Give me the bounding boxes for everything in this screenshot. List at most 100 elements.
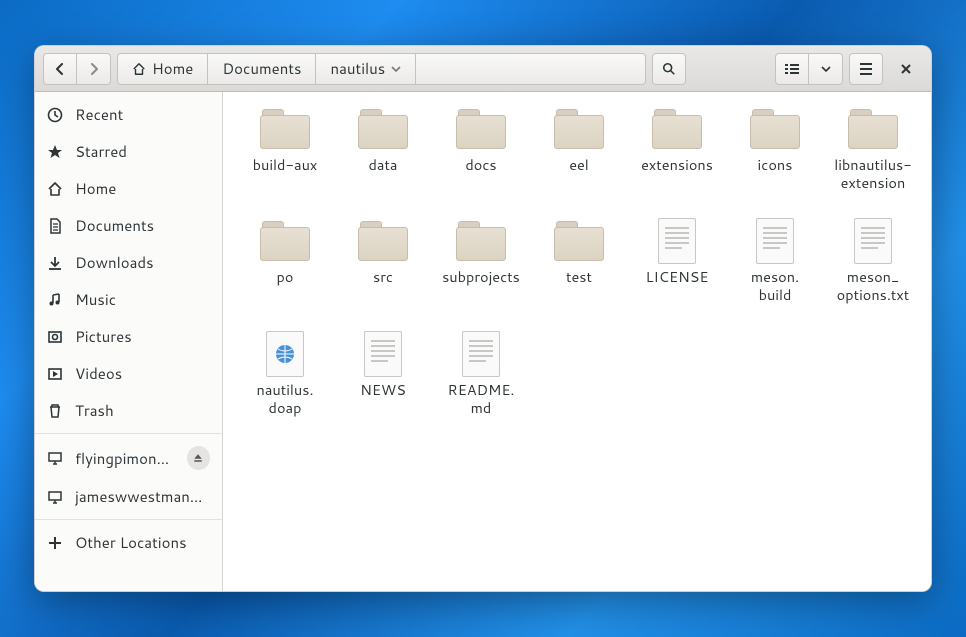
folder-icon bbox=[260, 109, 310, 149]
file-item[interactable]: po bbox=[237, 214, 333, 308]
download-icon bbox=[47, 255, 63, 271]
folder-icon bbox=[456, 109, 506, 149]
home-icon bbox=[132, 62, 146, 76]
nav-buttons bbox=[43, 53, 111, 85]
path-bar: Home Documents nautilus bbox=[117, 53, 646, 85]
sidebar-item-documents[interactable]: Documents bbox=[35, 207, 222, 244]
file-item[interactable]: libnautilus-extension bbox=[825, 102, 921, 196]
file-item[interactable]: icons bbox=[727, 102, 823, 196]
sidebar-item-label: Trash bbox=[75, 400, 114, 421]
file-name: eel bbox=[569, 156, 589, 174]
sidebar-item-label: Documents bbox=[75, 215, 154, 236]
sidebar-item-label: Home bbox=[75, 178, 116, 199]
view-controls bbox=[775, 53, 843, 85]
sidebar-item-label: Starred bbox=[75, 141, 127, 162]
file-name: test bbox=[566, 268, 592, 286]
file-item[interactable]: docs bbox=[433, 102, 529, 196]
doc-icon bbox=[47, 218, 63, 234]
folder-icon bbox=[260, 221, 310, 261]
folder-icon bbox=[554, 109, 604, 149]
folder-icon bbox=[358, 221, 408, 261]
file-name: po bbox=[277, 268, 294, 286]
file-item[interactable]: NEWS bbox=[335, 327, 431, 421]
remote-icon bbox=[47, 450, 63, 466]
file-name: nautilus.doap bbox=[257, 381, 314, 417]
search-icon bbox=[662, 62, 676, 76]
file-item[interactable]: extensions bbox=[629, 102, 725, 196]
path-segment-label: Documents bbox=[222, 58, 301, 79]
videos-icon bbox=[47, 366, 63, 382]
chevron-left-icon bbox=[54, 63, 66, 75]
close-window-button[interactable] bbox=[889, 53, 923, 85]
file-item[interactable]: eel bbox=[531, 102, 627, 196]
sidebar-item-starred[interactable]: Starred bbox=[35, 133, 222, 170]
sidebar-item-videos[interactable]: Videos bbox=[35, 355, 222, 392]
path-home[interactable]: Home bbox=[117, 53, 208, 85]
file-item[interactable]: meson_options.txt bbox=[825, 214, 921, 308]
text-file-icon bbox=[756, 218, 794, 264]
chevron-down-icon bbox=[821, 64, 831, 74]
path-segment-0[interactable]: Documents bbox=[208, 53, 316, 85]
text-file-icon bbox=[364, 331, 402, 377]
file-item[interactable]: nautilus.doap bbox=[237, 327, 333, 421]
list-icon bbox=[784, 63, 800, 75]
file-item[interactable]: data bbox=[335, 102, 431, 196]
file-item[interactable]: src bbox=[335, 214, 431, 308]
sidebar-item-downloads[interactable]: Downloads bbox=[35, 244, 222, 281]
plus-icon bbox=[47, 535, 63, 551]
sidebar-item-label: Pictures bbox=[75, 326, 132, 347]
file-item[interactable]: subprojects bbox=[433, 214, 529, 308]
path-home-label: Home bbox=[152, 58, 193, 79]
hamburger-menu-button[interactable] bbox=[849, 53, 883, 85]
trash-icon bbox=[47, 403, 63, 419]
eject-icon bbox=[192, 452, 204, 464]
sidebar-other-locations[interactable]: Other Locations bbox=[35, 524, 222, 561]
clock-icon bbox=[47, 107, 63, 123]
sidebar-item-pictures[interactable]: Pictures bbox=[35, 318, 222, 355]
file-item[interactable]: build-aux bbox=[237, 102, 333, 196]
home-icon bbox=[47, 181, 63, 197]
file-name: extensions bbox=[641, 156, 713, 174]
sidebar-item-trash[interactable]: Trash bbox=[35, 392, 222, 429]
remote-icon bbox=[47, 489, 63, 505]
sidebar-device-1[interactable]: jameswwestman… bbox=[35, 478, 222, 515]
file-item[interactable]: README.md bbox=[433, 327, 529, 421]
sidebar-item-music[interactable]: Music bbox=[35, 281, 222, 318]
file-name: build-aux bbox=[253, 156, 318, 174]
forward-button[interactable] bbox=[77, 53, 111, 85]
path-extra-space[interactable] bbox=[416, 53, 646, 85]
file-item[interactable]: test bbox=[531, 214, 627, 308]
sidebar-device-0[interactable]: flyingpimons… bbox=[35, 438, 222, 478]
folder-icon bbox=[554, 221, 604, 261]
sidebar-item-label: Downloads bbox=[75, 252, 154, 273]
text-file-icon bbox=[462, 331, 500, 377]
globe-file-icon bbox=[266, 331, 304, 377]
sidebar-item-home[interactable]: Home bbox=[35, 170, 222, 207]
sidebar-item-recent[interactable]: Recent bbox=[35, 96, 222, 133]
eject-button[interactable] bbox=[187, 446, 211, 470]
folder-icon bbox=[848, 109, 898, 149]
file-manager-window: Home Documents nautilus bbox=[34, 45, 932, 592]
sidebar-item-label: flyingpimons… bbox=[75, 448, 175, 469]
file-name: docs bbox=[465, 156, 496, 174]
file-name: src bbox=[373, 268, 393, 286]
file-view[interactable]: build-aux data docs eel extensions iconslibna… bbox=[223, 92, 931, 591]
file-name: libnautilus-extension bbox=[826, 156, 920, 192]
file-item[interactable]: meson.build bbox=[727, 214, 823, 308]
view-options-button[interactable] bbox=[809, 53, 843, 85]
back-button[interactable] bbox=[43, 53, 77, 85]
close-icon bbox=[900, 63, 912, 75]
text-file-icon bbox=[854, 218, 892, 264]
file-name: subprojects bbox=[442, 268, 520, 286]
sidebar-other-label: Other Locations bbox=[75, 532, 187, 553]
text-file-icon bbox=[658, 218, 696, 264]
file-name: LICENSE bbox=[645, 268, 708, 286]
file-name: NEWS bbox=[360, 381, 406, 399]
folder-icon bbox=[750, 109, 800, 149]
sidebar-item-label: Music bbox=[75, 289, 116, 310]
search-button[interactable] bbox=[652, 53, 686, 85]
view-mode-button[interactable] bbox=[775, 53, 809, 85]
file-item[interactable]: LICENSE bbox=[629, 214, 725, 308]
star-icon bbox=[47, 144, 63, 160]
path-segment-1[interactable]: nautilus bbox=[316, 53, 416, 85]
